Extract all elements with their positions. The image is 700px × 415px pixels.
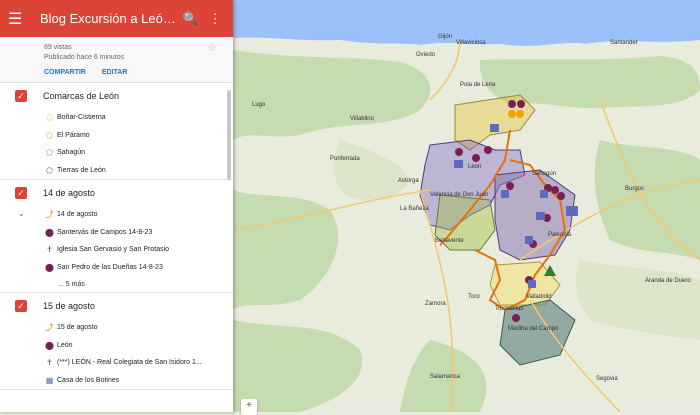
map-label-toro: Toro	[468, 294, 480, 300]
map-label-zamora: Zamora	[425, 301, 446, 307]
map-label-segovia: Segovia	[596, 376, 618, 382]
map-label-palencia: Palencia	[548, 232, 572, 238]
title-bar: ☰ Blog Excursión a León y P... 🔍 ⋮	[0, 0, 233, 37]
layer-checkbox[interactable]: ✓	[15, 187, 27, 199]
layer-item[interactable]: ⬠ El Páramo	[0, 127, 233, 145]
map-label-pola-de-lena: Pola de Lena	[460, 82, 496, 88]
pin-icon: ⬤	[45, 340, 54, 350]
map-label-aranda: Aranda de Duero	[645, 278, 691, 284]
map-label-gijon: Gijón	[438, 34, 452, 40]
map-label-valladolid: Valladolid	[526, 294, 552, 300]
layer-item[interactable]: ⌄ ⤴ 14 de agosto	[0, 206, 233, 224]
share-button[interactable]: COMPARTIR	[44, 69, 86, 76]
polygon-icon: ⬠	[46, 148, 53, 158]
layer-15-agosto: ✓ 15 de agosto ⤴ 15 de agosto ⬤ León ✝ (***)…	[0, 293, 233, 390]
polygon-icon: ⬠	[46, 165, 53, 175]
more-vert-icon[interactable]: ⋮	[203, 11, 227, 27]
layer-comarcas: ✓ Comarcas de León ⬠ Boñar-Cistierna ⬠ El P…	[0, 83, 233, 180]
pin-icon: ⬤	[45, 227, 54, 237]
route-icon: ⤴	[45, 323, 54, 333]
cross-icon: ✝	[46, 358, 53, 368]
layer-item[interactable]: ⬠ Sahagún	[0, 144, 233, 162]
map-label-leon: León	[468, 164, 481, 170]
map-title: Blog Excursión a León y P...	[40, 11, 179, 26]
map-label-ponferrada: Ponferrada	[330, 156, 360, 162]
layer-checkbox[interactable]: ✓	[15, 300, 27, 312]
layer-item[interactable]: ▦ Casa de los Botines	[0, 372, 233, 390]
map-label-benavente: Benavente	[435, 238, 464, 244]
layer-name: 15 de agosto	[43, 301, 96, 311]
map-label-la-baneza: La Bañeza	[400, 206, 429, 212]
scrollbar[interactable]	[227, 90, 231, 180]
polygon-icon: ⬠	[46, 130, 53, 140]
layer-item[interactable]: ⬤ San Pedro de las Dueñas 14-8-23	[0, 259, 233, 277]
map-label-valencia: Valencia de Don Juan	[430, 192, 488, 198]
map-label-tordesillas: Tordesillas	[495, 306, 523, 312]
map-label-medina: Medina del Campo	[508, 326, 559, 332]
map-label-oviedo: Oviedo	[416, 52, 436, 58]
map-label-astorga: Astorga	[398, 178, 419, 184]
map-label-burgos: Burgos	[625, 186, 644, 192]
map-label-villaviciosa: Villaviciosa	[456, 40, 486, 46]
search-icon[interactable]: 🔍	[179, 11, 203, 27]
star-icon[interactable]: ☆	[207, 41, 217, 54]
route-icon: ⤴	[45, 210, 54, 220]
layer-item[interactable]: ⤴ 15 de agosto	[0, 319, 233, 337]
layer-name: 14 de agosto	[43, 188, 96, 198]
layer-item[interactable]: ✝ (***) LEÓN - Real Colegiata de San Isid…	[0, 354, 233, 372]
map-info: 89 vistas Publicado hace 6 minutos COMPA…	[0, 37, 233, 83]
chevron-down-icon[interactable]: ⌄	[18, 209, 25, 218]
layer-item[interactable]: ⬠ Boñar-Cistierna	[0, 109, 233, 127]
view-count: 89 vistas	[44, 44, 72, 51]
cross-icon: ✝	[46, 245, 53, 255]
map-label-sahagun: Sahagún	[532, 171, 556, 177]
building-icon: ▦	[45, 375, 54, 385]
layer-checkbox[interactable]: ✓	[15, 90, 27, 102]
map-label-salamanca: Salamanca	[430, 374, 461, 380]
more-items-link[interactable]: ... 5 más	[0, 276, 233, 292]
layer-item[interactable]: ⬠ Tierras de León	[0, 162, 233, 180]
zoom-in-button[interactable]: +	[241, 399, 257, 415]
polygon-icon: ⬠	[46, 113, 53, 123]
layer-item[interactable]: ⬤ León	[0, 337, 233, 355]
layer-14-agosto: ✓ 14 de agosto ⌄ ⤴ 14 de agosto ⬤ Santervás …	[0, 180, 233, 293]
edit-button[interactable]: EDITAR	[102, 69, 128, 76]
layer-item[interactable]: ⬤ Santervás de Campos 14-8-23	[0, 224, 233, 242]
menu-icon[interactable]: ☰	[8, 9, 30, 29]
map-label-villablino: Villablino	[350, 116, 375, 122]
layer-item[interactable]: ✝ Iglesia San Gervasio y San Protasio	[0, 241, 233, 259]
map-label-lugo: Lugo	[252, 102, 266, 108]
side-panel: ☰ Blog Excursión a León y P... 🔍 ⋮ 89 vi…	[0, 0, 233, 412]
layer-name: Comarcas de León	[43, 91, 120, 101]
map-label-santander: Santander	[610, 40, 638, 46]
pin-icon: ⬤	[45, 262, 54, 272]
published-time: Publicado hace 6 minutos	[44, 54, 125, 61]
